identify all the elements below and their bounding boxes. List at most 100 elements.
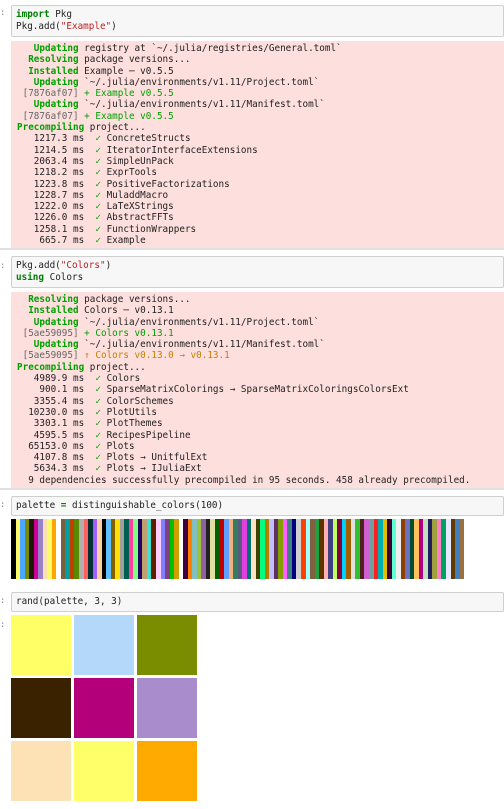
text-token: Resolving (17, 294, 79, 305)
text-token: ConcreteStructs (100, 133, 191, 145)
output-line: 4595.5 ms ✓ RecipesPipeline (17, 430, 504, 441)
text-token: Pkg.add( (16, 21, 61, 32)
text-token: Installed (17, 65, 79, 77)
text-token: 3303.1 ms (17, 418, 96, 430)
output-line: [5ae59095] ↑ Colors v0.13.0 → v0.13.1 (17, 350, 504, 361)
output-line: 1223.8 ms ✓ PositiveFactorizations (17, 179, 504, 190)
output-line: [7876af07] + Example v0.5.5 (17, 111, 504, 122)
output-line: [7876af07] + Example v0.5.5 (17, 88, 504, 99)
text-token: 665.7 ms (17, 235, 96, 247)
output-line: [5ae59095] + Colors v0.13.1 (17, 328, 504, 339)
text-token: 900.1 ms (17, 384, 96, 396)
text-token: 1222.0 ms (17, 201, 96, 213)
output-line: 1217.3 ms ✓ ConcreteStructs (17, 133, 504, 144)
text-token: 4989.9 ms (17, 373, 96, 385)
output-line: Precompiling project... (17, 362, 504, 373)
code-line: Pkg.add("Example") (16, 21, 499, 33)
cell-output-stderr: Updating registry at `~/.julia/registrie… (11, 41, 504, 248)
text-token: Precompiling (17, 361, 85, 373)
text-token: Colors (44, 272, 84, 283)
output-line: Updating `~/.julia/environments/v1.11/Ma… (17, 339, 504, 350)
code-cell-input[interactable]: palette = distinguishable_colors(100) (11, 496, 504, 516)
text-token: `~/.julia/environments/v1.11/Project.tom… (78, 316, 320, 328)
text-token: SimpleUnPack (100, 155, 174, 167)
text-token: SparseMatrixColorings → SparseMatrixColo… (100, 384, 409, 396)
code-line: palette = distinguishable_colors(100) (16, 500, 499, 512)
cell-output-stderr: Resolving package versions... Installed … (11, 292, 504, 488)
text-token: ↑ Colors v0.13.0 → v0.13.1 (78, 350, 230, 362)
code-line: Pkg.add("Colors") (16, 260, 499, 272)
color-swatch (137, 741, 197, 801)
color-swatch (137, 678, 197, 738)
code-cell-input[interactable]: import Pkg Pkg.add("Example") (11, 5, 504, 37)
text-token: + Example v0.5.5 (78, 110, 174, 122)
output-line: 9 dependencies successfully precompiled … (17, 475, 504, 486)
text-token: `~/.julia/environments/v1.11/Project.tom… (78, 76, 320, 88)
output-line: 1258.1 ms ✓ FunctionWrappers (17, 224, 504, 235)
output-line: 3303.1 ms ✓ PlotThemes (17, 418, 504, 429)
code-cell-input[interactable]: rand(palette, 3, 3) (11, 592, 504, 612)
output-line: Updating `~/.julia/environments/v1.11/Pr… (17, 317, 504, 328)
output-line: 665.7 ms ✓ Example (17, 235, 504, 246)
text-token: ) (105, 260, 112, 271)
output-line: Installed Example ─ v0.5.5 (17, 66, 504, 77)
output-line: 4989.9 ms ✓ Colors (17, 373, 504, 384)
text-token: 1217.3 ms (17, 133, 96, 145)
text-token: import (16, 9, 50, 20)
text-token: ColorSchemes (100, 395, 174, 407)
code-line: import Pkg (16, 9, 499, 21)
text-token: 2063.4 ms (17, 155, 96, 167)
text-token: [7876af07] (17, 88, 79, 100)
output-line: Resolving package versions... (17, 54, 504, 65)
output-line: Updating registry at `~/.julia/registrie… (17, 43, 504, 54)
text-token: Pkg.add( (16, 260, 61, 271)
text-token: registry at `~/.julia/registries/General… (78, 43, 342, 54)
text-token: Updating (17, 316, 79, 328)
text-token: [5ae59095] (17, 350, 79, 362)
text-token: 4107.8 ms (17, 452, 96, 464)
color-swatch (11, 741, 71, 801)
text-token: FunctionWrappers (100, 223, 197, 235)
output-line: 10230.0 ms ✓ PlotUtils (17, 407, 504, 418)
output-line: 3355.4 ms ✓ ColorSchemes (17, 396, 504, 407)
palette-swatch-strip (11, 519, 465, 579)
text-token: AbstractFFTs (100, 212, 174, 224)
text-token: LaTeXStrings (100, 201, 174, 213)
text-token: 9 dependencies successfully precompiled … (17, 474, 471, 486)
text-token: ExprTools (100, 167, 157, 179)
cell-prompt: : (0, 8, 6, 18)
code-cell-input[interactable]: Pkg.add("Colors") using Colors (11, 256, 504, 288)
text-token: IteratorInterfaceExtensions (100, 144, 258, 156)
output-line: 900.1 ms ✓ SparseMatrixColorings → Spars… (17, 384, 504, 395)
text-token: Updating (17, 99, 79, 111)
text-token: Precompiling (17, 122, 85, 134)
text-token: [5ae59095] (17, 327, 79, 339)
output-line: Resolving package versions... (17, 294, 504, 305)
color-swatch (137, 615, 197, 675)
text-token: Updating (17, 339, 79, 351)
text-token: "Example" (60, 21, 112, 32)
code-line: rand(palette, 3, 3) (16, 596, 499, 608)
output-line: 4107.8 ms ✓ Plots → UnitfulExt (17, 452, 504, 463)
text-token: Installed (17, 305, 79, 317)
palette-color-stripe (459, 519, 465, 579)
text-token: 1218.2 ms (17, 167, 96, 179)
color-swatch (74, 678, 134, 738)
text-token: PlotUtils (100, 406, 157, 418)
text-token: package versions... (78, 54, 191, 66)
text-token: + Colors v0.13.1 (78, 327, 174, 339)
text-token: palette (16, 500, 61, 511)
output-line: 1214.5 ms ✓ IteratorInterfaceExtensions (17, 145, 504, 156)
text-token: `~/.julia/environments/v1.11/Manifest.to… (78, 339, 325, 351)
color-swatch (11, 678, 71, 738)
text-token: 5634.3 ms (17, 463, 96, 475)
text-token: Updating (17, 43, 79, 54)
text-token: 4595.5 ms (17, 429, 96, 441)
text-token: Plots → IJuliaExt (100, 463, 202, 475)
cell-divider (0, 488, 504, 490)
text-token: Example (100, 235, 146, 247)
text-token: 1223.8 ms (17, 178, 96, 190)
text-token: 10230.0 ms (17, 406, 96, 418)
cell-prompt: : (0, 500, 6, 510)
text-token: Plots → UnitfulExt (100, 452, 208, 464)
